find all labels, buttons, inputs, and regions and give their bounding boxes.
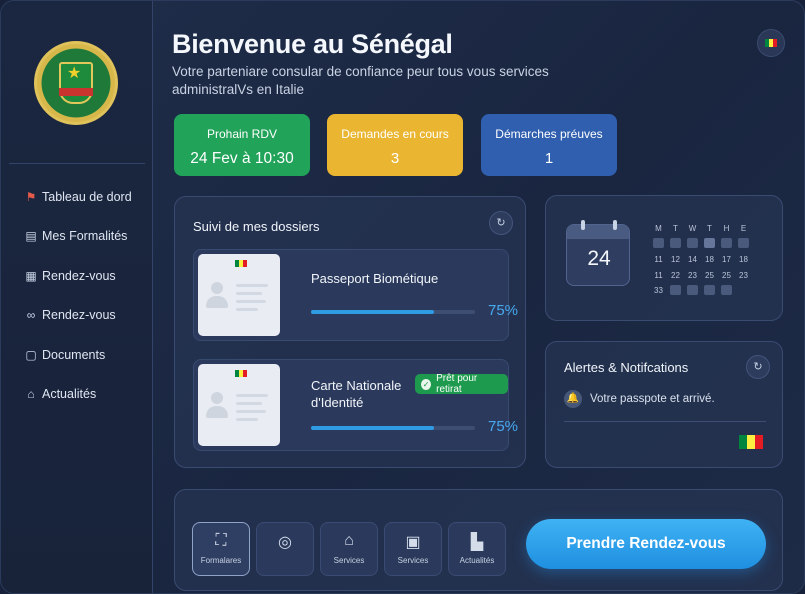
stat-label: Démarches préuves bbox=[495, 127, 603, 141]
panel-title: Suivi de mes dossiers bbox=[193, 219, 320, 234]
calendar-day: 24 bbox=[587, 247, 611, 270]
calendar-row: 11 12 14 18 17 18 bbox=[654, 255, 748, 265]
senegal-flag-icon bbox=[765, 39, 777, 47]
mini-calendar[interactable]: MTWTHE 11 12 14 18 17 18 11 22 23 25 25 23 33 bbox=[650, 221, 772, 299]
sidebar-item-label: Rendez-vous bbox=[42, 268, 116, 283]
calendar-weekdays: MTWTHE bbox=[655, 224, 747, 234]
book-appointment-button[interactable]: Prendre Rendez-vous bbox=[526, 519, 766, 569]
alert-item[interactable]: 🔔 Votre passpote et arrivé. bbox=[564, 390, 715, 408]
bell-icon: 🔔 bbox=[564, 390, 582, 408]
news-icon: ▙ bbox=[470, 534, 484, 551]
dossier-card-passport[interactable]: Passeport Biométique 75% bbox=[193, 249, 518, 341]
sidebar-item-rendez-vous-2[interactable]: ∞ Rendez-vous bbox=[23, 296, 151, 336]
link-icon: ∞ bbox=[26, 308, 36, 323]
globe-icon: ◎ bbox=[278, 534, 292, 551]
dossier-card-id-card[interactable]: Carte Nationale d'Identité ✓ Prêt pour r… bbox=[193, 359, 518, 451]
progress-percent: 75% bbox=[488, 302, 519, 319]
panel-title: Alertes & Notifcations bbox=[564, 360, 689, 375]
senegal-coat-of-arms-logo: ★ bbox=[34, 41, 118, 125]
quick-action-label: Actualités bbox=[459, 556, 495, 565]
progress-fill bbox=[311, 310, 434, 314]
progress-percent: 75% bbox=[488, 418, 519, 435]
dossier-name: Carte Nationale d'Identité bbox=[311, 377, 401, 411]
alert-message: Votre passpote et arrivé. bbox=[590, 393, 715, 405]
progress-bar bbox=[311, 310, 475, 314]
flag-icon: ⚑ bbox=[25, 189, 37, 204]
sidebar-item-label: Tableau de dord bbox=[42, 189, 132, 204]
home-icon: ⌂ bbox=[27, 387, 35, 402]
dossier-name: Passeport Biométique bbox=[311, 271, 439, 286]
progress-fill bbox=[311, 426, 434, 430]
document-thumbnail bbox=[198, 254, 280, 336]
sidebar-item-dashboard[interactable]: ⚑ Tableau de dord bbox=[23, 177, 151, 217]
calendar-panel: 24 MTWTHE 11 12 14 18 17 18 11 22 23 25 25 23 33 bbox=[545, 195, 783, 321]
quick-action-services-2[interactable]: ▣ Services bbox=[384, 522, 442, 576]
quick-action-label: Formalares bbox=[200, 556, 242, 565]
sidebar: ★ ⚑ Tableau de dord ▤ Mes Formalités ▦ R… bbox=[1, 1, 153, 593]
refresh-icon[interactable]: ↻ bbox=[746, 355, 770, 379]
quick-action-label: Services bbox=[333, 556, 365, 565]
progress-bar bbox=[311, 426, 475, 430]
quick-action-services[interactable]: ⌂ Services bbox=[320, 522, 378, 576]
avatar-placeholder-icon bbox=[206, 282, 228, 308]
sidebar-item-label: Mes Formalités bbox=[42, 229, 128, 244]
quick-action-globe[interactable]: ◎ bbox=[256, 522, 314, 576]
calendar-icon: 24 bbox=[566, 220, 630, 286]
dossiers-panel: Suivi de mes dossiers ↻ Passeport Biomét… bbox=[174, 196, 526, 468]
stat-value: 1 bbox=[544, 150, 554, 167]
building-icon: ⌂ bbox=[344, 532, 354, 549]
calendar-row: 33 bbox=[650, 283, 772, 299]
status-badge: ✓ Prêt pour retirat bbox=[415, 373, 508, 395]
sidebar-item-documents[interactable]: ▢ Documents bbox=[23, 335, 151, 375]
clipboard-icon: ▣ bbox=[405, 534, 421, 551]
calendar-row: 11 22 23 25 25 23 bbox=[654, 270, 748, 280]
stat-card-procedures[interactable]: Démarches préuves 1 bbox=[481, 114, 617, 176]
quick-action-formalites[interactable]: ⛶ Formalares bbox=[192, 522, 250, 576]
sidebar-nav: ⚑ Tableau de dord ▤ Mes Formalités ▦ Ren… bbox=[23, 177, 151, 414]
avatar-placeholder-icon bbox=[206, 392, 228, 418]
sidebar-item-label: Actualités bbox=[42, 387, 97, 402]
senegal-flag-icon bbox=[739, 435, 763, 449]
sidebar-item-label: Rendez-vous bbox=[42, 308, 116, 323]
sidebar-divider bbox=[9, 163, 145, 164]
language-flag-button[interactable] bbox=[757, 29, 785, 57]
sidebar-item-actualites[interactable]: ⌂ Actualités bbox=[23, 375, 151, 415]
page-subtitle: Votre parteniare consular de confiance p… bbox=[172, 64, 549, 97]
dossier-name-line1: Carte Nationale bbox=[311, 378, 402, 393]
alerts-panel: Alertes & Notifcations ↻ 🔔 Votre passpot… bbox=[545, 341, 783, 468]
stat-value: 24 Fev à 10:30 bbox=[190, 150, 294, 167]
page-title: Bienvenue au Sénégal bbox=[172, 29, 453, 59]
document-thumbnail bbox=[198, 364, 280, 446]
document-stack-icon: ▤ bbox=[25, 229, 37, 244]
document-icon: ▢ bbox=[25, 347, 37, 362]
calendar-icon: ▦ bbox=[25, 268, 37, 283]
app-window: ★ ⚑ Tableau de dord ▤ Mes Formalités ▦ R… bbox=[0, 0, 805, 594]
sidebar-item-label: Documents bbox=[42, 347, 106, 362]
stat-card-next-appointment[interactable]: Prohain RDV 24 Fev à 10:30 bbox=[174, 114, 310, 176]
scan-icon: ⛶ bbox=[215, 532, 227, 549]
stat-value: 3 bbox=[390, 150, 400, 167]
check-icon: ✓ bbox=[421, 378, 432, 390]
calendar-row bbox=[650, 237, 772, 253]
quick-actions-bar: ⛶ Formalares ◎ ⌂ Services ▣ Services ▙ A… bbox=[174, 489, 783, 591]
stat-label: Prohain RDV bbox=[206, 127, 278, 141]
stat-label: Demandes en cours bbox=[341, 127, 449, 141]
status-badge-label: Prêt pour retirat bbox=[436, 373, 478, 395]
sidebar-item-rendez-vous[interactable]: ▦ Rendez-vous bbox=[23, 256, 151, 296]
sidebar-item-formalites[interactable]: ▤ Mes Formalités bbox=[23, 217, 151, 257]
dossier-name-line2: d'Identité bbox=[311, 395, 364, 410]
refresh-icon[interactable]: ↻ bbox=[489, 211, 513, 235]
quick-action-label: Services bbox=[397, 556, 429, 565]
stat-card-pending-requests[interactable]: Demandes en cours 3 bbox=[327, 114, 463, 176]
divider bbox=[564, 421, 766, 422]
quick-action-actualites[interactable]: ▙ Actualités bbox=[448, 522, 506, 576]
